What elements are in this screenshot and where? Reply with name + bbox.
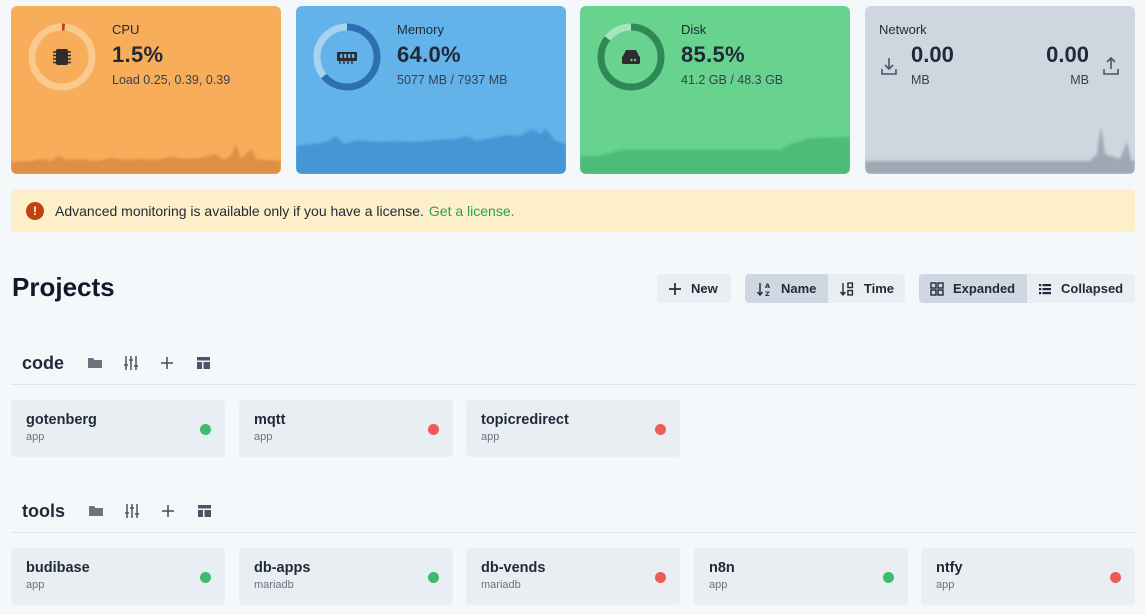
project-type: app <box>709 579 728 591</box>
settings-sliders-icon[interactable] <box>123 502 141 520</box>
project-type: mariadb <box>254 579 294 591</box>
plus-icon <box>669 282 681 295</box>
expanded-view-button[interactable]: Expanded <box>919 274 1027 303</box>
memory-usage: 5077 MB / 7937 MB <box>397 73 508 87</box>
sort-by-name-button[interactable]: A Z Name <box>745 274 828 303</box>
status-stopped-indicator <box>428 424 439 435</box>
collapsed-label: Collapsed <box>1061 281 1124 296</box>
sort-name-label: Name <box>781 281 817 296</box>
memory-card: Memory 64.0% 5077 MB / 7937 MB <box>296 6 566 174</box>
group-divider <box>11 532 1135 533</box>
upload-icon <box>1101 56 1121 81</box>
project-name: budibase <box>26 560 90 576</box>
project-type: mariadb <box>481 579 521 591</box>
download-value: 0.00 <box>911 42 954 67</box>
group-name: tools <box>22 500 65 521</box>
add-icon[interactable] <box>158 354 176 372</box>
page-title: Projects <box>12 272 115 302</box>
status-stopped-indicator <box>1110 572 1121 583</box>
license-banner: ! Advanced monitoring is available only … <box>11 189 1135 232</box>
layout-icon[interactable] <box>194 354 212 372</box>
get-license-link[interactable]: Get a license. <box>429 203 515 219</box>
group-name: code <box>22 352 65 373</box>
project-card-n8n[interactable]: n8n app <box>694 548 908 605</box>
project-card-db-apps[interactable]: db-apps mariadb <box>239 548 453 605</box>
cpu-sparkline <box>11 144 281 174</box>
project-name: topicredirect <box>481 412 569 428</box>
upload-unit: MB <box>1070 73 1089 87</box>
memory-label: Memory <box>397 22 444 37</box>
status-running-indicator <box>883 572 894 583</box>
disk-label: Disk <box>681 22 707 37</box>
network-sparkline <box>865 126 1135 174</box>
group-divider <box>11 384 1135 385</box>
new-project-button[interactable]: New <box>657 274 731 303</box>
grid-icon <box>930 281 944 296</box>
expanded-label: Expanded <box>953 281 1016 296</box>
download-icon <box>879 56 899 81</box>
project-card-ntfy[interactable]: ntfy app <box>921 548 1135 605</box>
project-type: app <box>26 431 45 443</box>
project-name: db-vends <box>481 560 546 576</box>
cpu-chip-icon <box>48 43 76 71</box>
upload-value: 0.00 <box>1046 42 1089 67</box>
status-running-indicator <box>428 572 439 583</box>
project-card-mqtt[interactable]: mqtt app <box>239 400 453 457</box>
project-type: app <box>936 579 955 591</box>
network-card: Network 0.00 MB 0.00 MB <box>865 6 1135 174</box>
layout-icon[interactable] <box>195 502 213 520</box>
project-name: gotenberg <box>26 412 97 428</box>
disk-usage: 41.2 GB / 48.3 GB <box>681 73 784 87</box>
folder-icon[interactable] <box>86 354 104 372</box>
project-type: app <box>26 579 45 591</box>
sort-by-time-button[interactable]: Time <box>828 274 905 303</box>
add-icon[interactable] <box>159 502 177 520</box>
svg-text:Z: Z <box>765 290 770 297</box>
memory-value: 64.0% <box>397 42 461 67</box>
svg-text:A: A <box>765 282 770 290</box>
memory-sparkline <box>296 128 566 174</box>
settings-sliders-icon[interactable] <box>122 354 140 372</box>
list-icon <box>1039 283 1051 294</box>
project-type: app <box>254 431 273 443</box>
status-running-indicator <box>200 572 211 583</box>
project-name: mqtt <box>254 412 286 428</box>
disk-card: Disk 85.5% 41.2 GB / 48.3 GB <box>580 6 850 174</box>
banner-message: Advanced monitoring is available only if… <box>55 202 424 219</box>
group-header-code: code <box>22 348 230 378</box>
collapsed-view-button[interactable]: Collapsed <box>1027 274 1135 303</box>
project-card-topicredirect[interactable]: topicredirect app <box>466 400 680 457</box>
project-type: app <box>481 431 500 443</box>
status-stopped-indicator <box>655 572 666 583</box>
warning-icon: ! <box>26 201 44 220</box>
sort-time-label: Time <box>863 281 894 296</box>
disk-sparkline <box>580 137 850 174</box>
sort-alpha-icon: A Z <box>756 282 770 297</box>
cpu-value: 1.5% <box>112 42 164 67</box>
disk-value: 85.5% <box>681 42 745 67</box>
project-card-budibase[interactable]: budibase app <box>11 548 225 605</box>
sort-numeric-icon <box>839 281 854 296</box>
download-unit: MB <box>911 73 930 87</box>
cpu-load: Load 0.25, 0.39, 0.39 <box>112 73 231 87</box>
project-name: db-apps <box>254 560 311 576</box>
network-label: Network <box>879 22 927 37</box>
cpu-label: CPU <box>112 22 140 37</box>
status-running-indicator <box>200 424 211 435</box>
status-stopped-indicator <box>655 424 666 435</box>
cpu-card: CPU 1.5% Load 0.25, 0.39, 0.39 <box>11 6 281 174</box>
hard-drive-icon <box>617 43 645 71</box>
memory-icon <box>333 43 361 71</box>
project-name: n8n <box>709 560 735 576</box>
group-header-tools: tools <box>22 496 231 526</box>
folder-icon[interactable] <box>87 502 105 520</box>
project-name: ntfy <box>936 560 963 576</box>
project-card-gotenberg[interactable]: gotenberg app <box>11 400 225 457</box>
project-card-db-vends[interactable]: db-vends mariadb <box>466 548 680 605</box>
new-label: New <box>691 281 718 296</box>
